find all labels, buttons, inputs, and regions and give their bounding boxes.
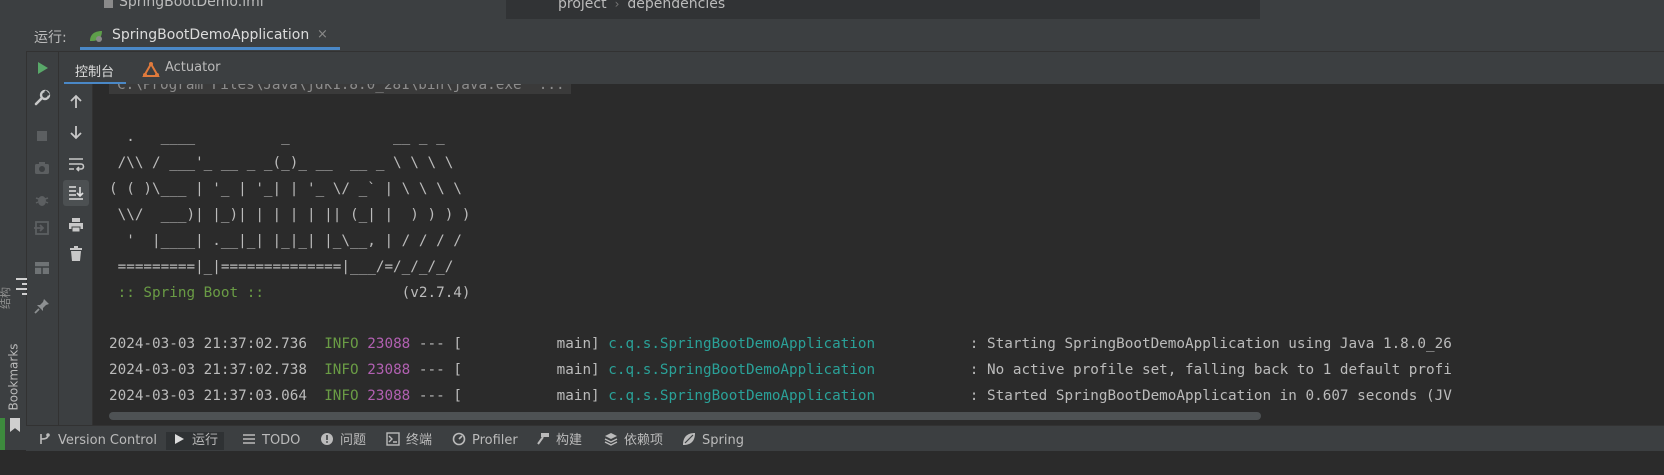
tool-problems[interactable]: 问题 [320,432,366,450]
hammer-icon [537,433,549,445]
list-icon [243,434,255,444]
tool-version-control[interactable]: Version Control [38,432,157,450]
log-timestamp: 2024-03-03 21:37:03.064 [109,388,307,404]
bookmarks-tab[interactable]: Bookmarks [7,343,21,410]
spring-leaf-icon [683,433,695,445]
spring-boot-run-icon [90,31,102,42]
layers-icon [604,433,618,446]
scrollbar-thumb[interactable] [109,412,1261,420]
tab-console[interactable]: 控制台 [75,61,114,80]
spring-boot-version-line: :: Spring Boot :: (v2.7.4) [109,285,471,301]
spring-boot-label: :: Spring Boot :: [109,285,273,301]
banner-line: =========|_|==============|___/=/_/_/_/ [109,259,454,275]
run-config-tab[interactable]: SpringBootDemoApplication × [80,22,340,50]
log-timestamp: 2024-03-03 21:37:02.736 [109,336,307,352]
scroll-to-end-icon[interactable] [64,181,88,205]
spring-boot-version: (v2.7.4) [272,285,471,301]
log-logger[interactable]: c.q.s.SpringBootDemoApplication [608,388,875,404]
arrow-down-icon[interactable] [64,120,88,144]
breadcrumb: project › dependencies [558,0,725,12]
log-message: : Started SpringBootDemoApplication in 0… [875,388,1452,404]
profiler-icon [452,432,466,446]
breadcrumb-item-dependencies[interactable]: dependencies [627,0,725,12]
project-file-item[interactable]: SpringBootDemo.iml [104,0,264,10]
console-toolbar [59,84,93,450]
tool-build[interactable]: 构建 [536,432,582,450]
tool-terminal[interactable]: 终端 [386,432,432,450]
tab-active-underline [80,47,340,50]
run-toolbar-primary [27,52,59,450]
wrench-icon[interactable] [30,86,54,110]
run-subtabs-bar [59,52,1664,85]
exit-icon[interactable] [30,216,54,240]
trash-icon[interactable] [64,242,88,266]
layout-icon[interactable] [30,256,54,280]
stop-icon[interactable] [30,124,54,148]
project-tree-partial: SpringBootDemo.iml [26,0,506,19]
structure-tab[interactable] [4,270,34,324]
log-logger[interactable]: c.q.s.SpringBootDemoApplication [608,336,875,352]
soft-wrap-icon[interactable] [64,152,88,176]
log-line: 2024-03-03 21:37:03.064 INFO 23088 --- [… [109,388,1452,404]
horizontal-scrollbar[interactable] [109,411,1664,422]
run-panel-label: 运行: [34,30,67,46]
close-icon[interactable]: × [317,27,328,42]
arrow-up-icon[interactable] [64,90,88,114]
run-config-tab-title: SpringBootDemoApplication [112,27,310,43]
branch-icon [40,433,50,444]
print-icon[interactable] [64,213,88,237]
actuator-icon [142,62,160,77]
log-pid: 23088 [367,336,411,352]
banner-line: \\/ ___)| |_)| | | | | || (_| | ) ) ) ) [109,207,471,223]
log-level: INFO [324,388,359,404]
log-message: : Starting SpringBootDemoApplication usi… [875,336,1452,352]
log-message: : No active profile set, falling back to… [875,362,1452,378]
log-level: INFO [324,336,359,352]
editor-top-strip: SpringBootDemo.iml project › dependencies [0,0,1664,19]
active-indicator [0,418,5,450]
tool-dependencies[interactable]: 依赖项 [604,432,663,450]
run-icon [175,434,184,444]
tool-run[interactable]: 运行 [166,432,225,450]
tab-actuator-label: Actuator [165,60,221,75]
breadcrumb-item-project[interactable]: project [558,0,607,12]
chevron-right-icon: › [614,0,620,11]
file-icon [104,0,113,8]
tool-todo[interactable]: TODO [242,432,300,450]
tool-spring[interactable]: Spring [682,432,744,450]
debug-bug-icon[interactable] [30,188,54,212]
command-line: C:\Program Files\Java\jdk1.8.0_281\bin\j… [109,84,571,94]
log-timestamp: 2024-03-03 21:37:02.738 [109,362,307,378]
log-thread: --- [ main] [410,336,609,352]
log-pid: 23088 [367,388,411,404]
banner-line: . ____ _ __ _ _ [109,129,445,145]
rerun-icon[interactable] [30,56,54,80]
log-thread: --- [ main] [410,362,609,378]
console-output[interactable]: C:\Program Files\Java\jdk1.8.0_281\bin\j… [93,84,1664,423]
banner-line: /\\ / ___'_ __ _ _(_)_ __ __ _ \ \ \ \ [109,155,454,171]
terminal-icon [386,432,400,446]
log-thread: --- [ main] [410,388,609,404]
log-logger[interactable]: c.q.s.SpringBootDemoApplication [608,362,875,378]
log-line: 2024-03-03 21:37:02.736 INFO 23088 --- [… [109,336,1452,352]
banner-line: ( ( )\___ | '_ | '_| | '_ \/ _` | \ \ \ … [109,181,462,197]
project-file-name: SpringBootDemo.iml [119,0,264,10]
editor-breadcrumb-bar: project › dependencies [506,0,1260,19]
problems-icon [321,433,333,445]
bottom-tool-window-bar: Version Control 运行 TODO 问题 终端 Profiler 构… [26,425,1664,451]
pin-icon[interactable] [30,294,54,318]
banner-line: ' |____| .__|_| |_|_| |_\__, | / / / / [109,233,462,249]
log-line: 2024-03-03 21:37:02.738 INFO 23088 --- [… [109,362,1452,378]
tool-profiler[interactable]: Profiler [452,432,518,450]
log-pid: 23088 [367,362,411,378]
camera-icon[interactable] [30,156,54,180]
log-level: INFO [324,362,359,378]
